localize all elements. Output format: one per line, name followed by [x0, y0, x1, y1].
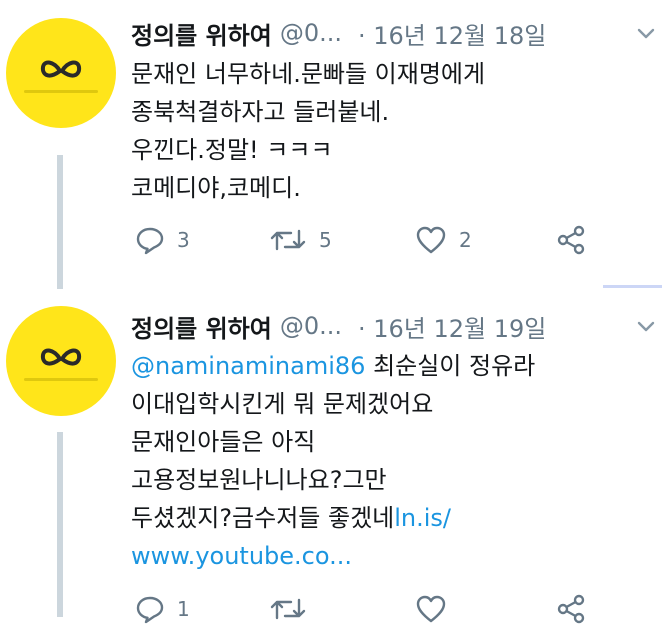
heart-icon [416, 595, 446, 623]
chevron-down-icon[interactable] [636, 27, 656, 41]
tweet-text-line: 우낀다.정말! ㅋㅋㅋ [131, 136, 333, 164]
share-button[interactable] [555, 222, 599, 258]
tweet-text-line: 고용정보원나니나요?그만 [131, 466, 387, 494]
reply-icon [136, 227, 164, 255]
avatar-caption [24, 378, 98, 381]
user-handle[interactable]: @0... [280, 312, 342, 340]
retweet-icon [270, 229, 306, 251]
share-icon [557, 594, 585, 624]
tweet-text-line: 문재인아들은 아직 [131, 428, 316, 456]
tweet-date[interactable]: · 16년 12월 19일 [358, 309, 546, 344]
like-button[interactable] [415, 591, 459, 627]
reply-button[interactable]: 3 [135, 222, 190, 258]
tweet-actions: 1 [131, 591, 611, 627]
share-icon [557, 225, 585, 255]
tweet-text-line: 코메디야,코메디. [131, 174, 301, 202]
avatar-caption [24, 90, 98, 93]
thread-line-bottom [57, 432, 63, 617]
tweet-text-span: 최순실이 정유라 [365, 352, 536, 380]
heart-icon [416, 226, 446, 254]
yellow-butterfly-logo [40, 60, 82, 78]
chevron-down-icon[interactable] [636, 320, 656, 334]
yellow-butterfly-logo [40, 348, 82, 366]
tweet-header: 정의를 위하여 @0... · 16년 12월 18일 [131, 13, 546, 53]
tweet-text-line: 두셨겠지?금수저들 좋겠네ln.is/ [131, 499, 631, 537]
reply-count: 1 [177, 597, 190, 621]
url-link[interactable]: www.youtube.co... [131, 542, 352, 570]
tweet-text-line: 이대입학시킨게 뭐 문제겠어요 [131, 390, 434, 418]
retweet-count: 5 [319, 228, 332, 252]
display-name[interactable]: 정의를 위하여 [131, 16, 272, 51]
tweet-header: 정의를 위하여 @0... · 16년 12월 19일 [131, 306, 546, 346]
retweet-button[interactable] [269, 591, 319, 627]
reply-count: 3 [177, 228, 190, 252]
mention-link[interactable]: @naminaminami86 [131, 352, 365, 380]
tweet-text-span: 두셨겠지?금수저들 좋겠네 [131, 504, 395, 532]
avatar[interactable] [6, 306, 116, 416]
tweet-date[interactable]: · 16년 12월 18일 [358, 16, 546, 51]
retweet-icon [270, 598, 306, 620]
thread-line-top [57, 155, 63, 289]
tweet-text: @naminaminami86 최순실이 정유라 이대입학시킨게 뭐 문제겠어요… [131, 347, 631, 575]
tweet-actions: 3 5 2 [131, 222, 611, 258]
display-name[interactable]: 정의를 위하여 [131, 309, 272, 344]
share-button[interactable] [555, 591, 599, 627]
divider [603, 285, 662, 288]
avatar[interactable] [6, 18, 116, 128]
retweet-button[interactable]: 5 [269, 222, 332, 258]
tweet-text-line: 문재인 너무하네.문빠들 이재명에게 [131, 60, 486, 88]
reply-button[interactable]: 1 [135, 591, 190, 627]
like-count: 2 [459, 228, 472, 252]
url-link[interactable]: ln.is/ [394, 504, 451, 532]
tweet-text: 문재인 너무하네.문빠들 이재명에게 종북척결하자고 들러붙네. 우낀다.정말!… [131, 55, 631, 207]
tweet-text-line: @naminaminami86 최순실이 정유라 [131, 347, 631, 385]
tweet-text-line: www.youtube.co... [131, 537, 631, 575]
user-handle[interactable]: @0... [280, 19, 342, 47]
like-button[interactable]: 2 [415, 222, 472, 258]
tweet-text-line: 종북척결하자고 들러붙네. [131, 98, 390, 126]
reply-icon [136, 596, 164, 624]
